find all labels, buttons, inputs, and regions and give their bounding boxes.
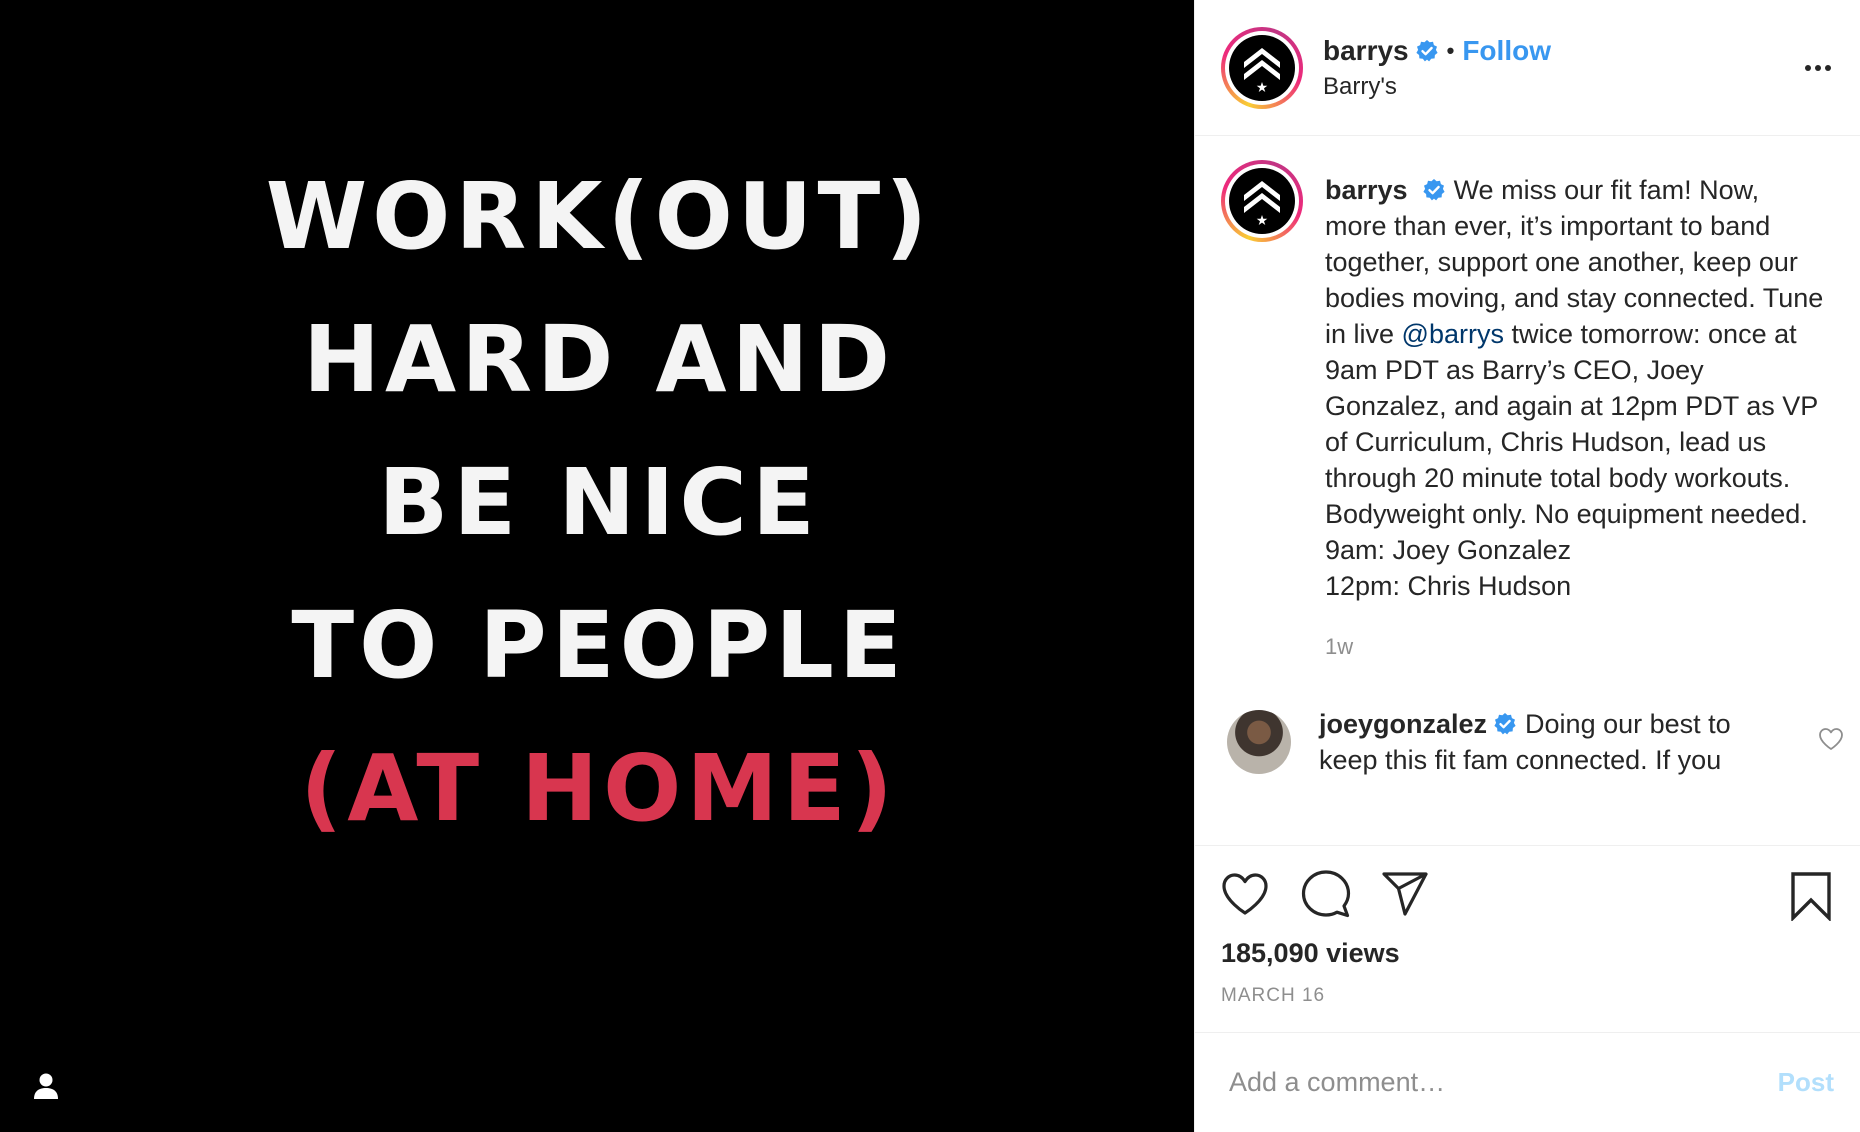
barrys-logo-icon bbox=[1244, 181, 1280, 225]
caption-mention-link[interactable]: @barrys bbox=[1402, 319, 1504, 349]
paper-plane-icon bbox=[1382, 872, 1428, 916]
heart-icon bbox=[1222, 873, 1268, 915]
instagram-post-modal: WORK(OUT) HARD AND BE NICE TO PEOPLE (AT… bbox=[0, 0, 1860, 1132]
tagged-users-button[interactable] bbox=[26, 1066, 66, 1106]
add-comment-input[interactable] bbox=[1229, 1067, 1778, 1098]
comment-button[interactable] bbox=[1301, 866, 1357, 922]
bookmark-icon bbox=[1791, 872, 1831, 921]
views-label: views bbox=[1326, 938, 1400, 968]
caption-schedule-line: 12pm: Chris Hudson bbox=[1325, 571, 1572, 601]
separator-dot: • bbox=[1446, 37, 1455, 63]
share-button[interactable] bbox=[1381, 866, 1437, 922]
media-text-block: WORK(OUT) HARD AND BE NICE TO PEOPLE (AT… bbox=[266, 145, 933, 860]
follow-button[interactable]: Follow bbox=[1462, 35, 1551, 67]
caption-username[interactable]: barrys bbox=[1325, 175, 1408, 205]
verified-badge-icon bbox=[1422, 178, 1446, 202]
caption-schedule-line: 9am: Joey Gonzalez bbox=[1325, 535, 1572, 565]
more-options-icon[interactable] bbox=[1798, 53, 1838, 83]
post-side-panel: barrys • Follow Barry's barrys We miss o… bbox=[1194, 0, 1860, 1132]
caption-timestamp[interactable]: 1w bbox=[1325, 634, 1825, 660]
media-text-line: WORK(OUT) bbox=[265, 162, 933, 270]
user-icon bbox=[34, 1073, 58, 1099]
media-text-line: TO PEOPLE bbox=[291, 591, 907, 699]
views-number: 185,090 bbox=[1221, 938, 1319, 968]
save-button[interactable] bbox=[1788, 870, 1834, 922]
header-username[interactable]: barrys bbox=[1323, 35, 1409, 67]
comment-item: joeygonzalez Doing our best to keep this… bbox=[1221, 706, 1843, 778]
post-media[interactable]: WORK(OUT) HARD AND BE NICE TO PEOPLE (AT… bbox=[0, 0, 1194, 1132]
views-count[interactable]: 185,090 views bbox=[1221, 938, 1834, 969]
heart-icon bbox=[1819, 728, 1843, 750]
barrys-logo-icon bbox=[1244, 47, 1280, 92]
caption-body-text: twice tomorrow: once at 9am PDT as Barry… bbox=[1325, 319, 1818, 529]
media-text-line: BE NICE bbox=[378, 448, 820, 556]
verified-badge-icon bbox=[1415, 39, 1439, 63]
caption: barrys We miss our fit fam! Now, more th… bbox=[1221, 160, 1834, 660]
header-subtitle[interactable]: Barry's bbox=[1323, 73, 1551, 101]
avatar[interactable] bbox=[1221, 26, 1303, 109]
media-text-accent-line: (AT HOME) bbox=[300, 734, 898, 842]
add-comment-bar: Post bbox=[1195, 1032, 1860, 1132]
actions-section: 185,090 views MARCH 16 bbox=[1195, 845, 1860, 1032]
avatar[interactable] bbox=[1227, 710, 1291, 774]
comment-like-button[interactable] bbox=[1816, 724, 1846, 754]
caption-text: barrys We miss our fit fam! Now, more th… bbox=[1325, 172, 1825, 604]
media-text-line: HARD AND bbox=[303, 305, 895, 413]
header-text: barrys • Follow Barry's bbox=[1323, 35, 1551, 101]
post-date[interactable]: MARCH 16 bbox=[1221, 985, 1834, 1007]
post-comment-button[interactable]: Post bbox=[1778, 1067, 1834, 1098]
comment-bubble-icon bbox=[1301, 870, 1351, 918]
verified-badge-icon bbox=[1493, 712, 1517, 736]
comment-username[interactable]: joeygonzalez bbox=[1319, 709, 1487, 739]
like-button[interactable] bbox=[1221, 866, 1277, 922]
comments-section[interactable]: barrys We miss our fit fam! Now, more th… bbox=[1195, 136, 1860, 845]
avatar[interactable] bbox=[1221, 160, 1303, 242]
post-header: barrys • Follow Barry's bbox=[1195, 0, 1860, 136]
